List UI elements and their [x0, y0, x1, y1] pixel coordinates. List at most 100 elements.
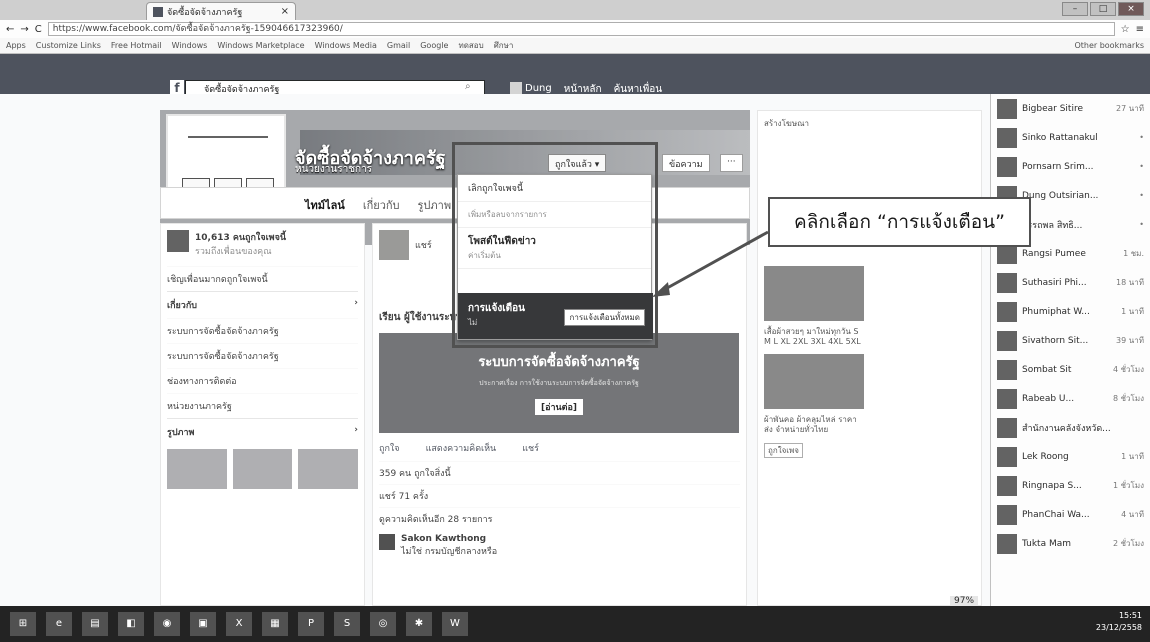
chat-contact[interactable]: สำนักงานคลังจังหวัด...	[991, 413, 1150, 442]
chat-contact[interactable]: Bigbear Sitire 27 นาที	[991, 94, 1150, 123]
tab-timeline[interactable]: ไทม์ไลน์	[305, 196, 345, 218]
tab-about[interactable]: เกี่ยวกับ	[363, 196, 400, 218]
chat-contact-status: 39 นาที	[1116, 336, 1144, 345]
ie-icon[interactable]: e	[46, 612, 72, 636]
chat-contact[interactable]: Sombat Sit 4 ชั่วโมง	[991, 355, 1150, 384]
photos-header[interactable]: รูปภาพ ›	[167, 418, 358, 445]
like-button[interactable]: ถูกใจ	[379, 441, 400, 455]
post-image[interactable]: ระบบการจัดซื้อจัดจ้างภาครัฐ ประกาศเรื่อง…	[379, 333, 739, 433]
store-icon[interactable]: ◧	[118, 612, 144, 636]
bookmark-item[interactable]: ทดสอบ	[458, 39, 483, 52]
chat-contact[interactable]: Sivathorn Sit... 39 นาที	[991, 326, 1150, 355]
app-icon[interactable]: ▣	[190, 612, 216, 636]
chat-contact[interactable]: Rabeab U... 8 ชั่วโมง	[991, 384, 1150, 413]
chrome-icon[interactable]: ◉	[154, 612, 180, 636]
photos-grid	[167, 449, 359, 489]
close-window-button[interactable]: ×	[1118, 2, 1144, 16]
ad-image[interactable]	[764, 353, 864, 409]
about-row[interactable]: หน่วยงานภาครัฐ	[167, 393, 358, 418]
avatar	[510, 82, 522, 94]
about-row[interactable]: ช่องทางการติดต่อ	[167, 368, 358, 393]
app-icon[interactable]: ▦	[262, 612, 288, 636]
bookmark-item[interactable]: Google	[420, 41, 448, 50]
avatar	[997, 388, 1017, 409]
ad-image[interactable]	[764, 266, 864, 321]
chat-contact[interactable]: Tukta Mam 2 ชั่วโมง	[991, 529, 1150, 558]
avatar	[997, 156, 1017, 177]
bookmark-item[interactable]: Windows Media	[315, 41, 377, 50]
tab-photos[interactable]: รูปภาพ	[418, 196, 452, 218]
url-input[interactable]: https://www.facebook.com/จัดซื้อจัดจ้างภ…	[47, 22, 1115, 36]
reload-icon[interactable]: C	[35, 24, 42, 35]
chat-contact-status: 2 ชั่วโมง	[1112, 539, 1144, 548]
facebook-favicon-icon	[153, 6, 163, 17]
chat-contact-status: 27 นาที	[1116, 104, 1144, 113]
like-page-button[interactable]: ถูกใจเพจ	[764, 442, 803, 458]
avatar	[997, 446, 1017, 467]
forward-icon[interactable]: →	[20, 24, 28, 35]
message-button[interactable]: ข้อความ	[662, 154, 710, 172]
word-icon[interactable]: W	[442, 612, 468, 636]
excel-icon[interactable]: X	[226, 612, 252, 636]
chat-contact[interactable]: Sinko Rattanakul •	[991, 123, 1150, 152]
chat-contact-name: สำนักงานคลังจังหวัด...	[1022, 423, 1111, 434]
photo-thumb[interactable]	[298, 449, 359, 489]
chat-contact[interactable]: Ringnapa S... 1 ชั่วโมง	[991, 471, 1150, 500]
shares-line[interactable]: แชร์ 71 ครั้ง	[379, 484, 740, 507]
share-button[interactable]: แชร์	[522, 441, 539, 455]
likes-line[interactable]: 359 คน ถูกใจสิ่งนี้	[379, 461, 740, 484]
bookmark-item[interactable]: Windows	[172, 41, 208, 50]
about-row[interactable]: ระบบการจัดซื้อจัดจ้างภาครัฐ	[167, 343, 358, 368]
search-icon[interactable]: ⌕	[465, 81, 471, 92]
system-tray[interactable]: 15:51 23/12/2558	[1096, 610, 1142, 634]
about-header[interactable]: เกี่ยวกับ ›	[167, 291, 358, 318]
invite-friends-link[interactable]: เชิญเพื่อนมากดถูกใจเพจนี้	[167, 266, 358, 291]
create-ad-link[interactable]: สร้างโฆษณา	[764, 117, 975, 130]
chat-contact[interactable]: Suthasiri Phi... 18 นาที	[991, 268, 1150, 297]
window-controls: – □ ×	[1062, 2, 1144, 16]
ad-text[interactable]: ผ้าพันคอ ผ้าคลุมไหล่ ราคาส่ง จำหน่ายทั่ว…	[764, 415, 864, 436]
other-bookmarks[interactable]: Other bookmarks	[1074, 41, 1144, 50]
app-icon[interactable]: ✱	[406, 612, 432, 636]
org-chart-icon	[188, 136, 268, 166]
zoom-level: 97%	[950, 596, 979, 606]
chat-contact[interactable]: Lek Roong 1 นาที	[991, 442, 1150, 471]
bookmark-item[interactable]: Windows Marketplace	[217, 41, 304, 50]
chat-contact[interactable]: Phumiphat W... 1 นาที	[991, 297, 1150, 326]
photo-thumb[interactable]	[167, 449, 227, 489]
chat-contact-status: •	[1139, 162, 1144, 171]
chat-contact[interactable]: Pornsarn Srim... •	[991, 152, 1150, 181]
star-icon[interactable]: ☆	[1121, 24, 1130, 35]
bookmark-item[interactable]: Free Hotmail	[111, 41, 162, 50]
start-icon[interactable]: ⊞	[10, 612, 36, 636]
app-icon[interactable]: ◎	[370, 612, 396, 636]
bookmark-item[interactable]: Customize Links	[36, 41, 101, 50]
chat-contact-status: •	[1139, 220, 1144, 229]
skype-icon[interactable]: S	[334, 612, 360, 636]
read-more-link[interactable]: [อ่านต่อ]	[534, 399, 584, 415]
bookmark-item[interactable]: Gmail	[387, 41, 410, 50]
bookmark-item[interactable]: ศึกษา	[494, 39, 514, 52]
chat-contact-name: อรรถพล สิทธิ...	[1022, 220, 1083, 231]
more-button[interactable]: ···	[720, 154, 743, 172]
comment-author[interactable]: Sakon Kawthong	[401, 534, 486, 544]
powerpoint-icon[interactable]: P	[298, 612, 324, 636]
comment-button[interactable]: แสดงความคิดเห็น	[426, 441, 497, 455]
explorer-icon[interactable]: ▤	[82, 612, 108, 636]
chat-contact-name: PhanChai Wa...	[1022, 509, 1090, 520]
menu-icon[interactable]: ≡	[1136, 24, 1144, 35]
more-comments-link[interactable]: ดูความคิดเห็นอีก 28 รายการ	[379, 507, 740, 530]
maximize-button[interactable]: □	[1090, 2, 1116, 16]
about-row[interactable]: ระบบการจัดซื้อจัดจ้างภาครัฐ	[167, 318, 358, 343]
chat-contact[interactable]: PhanChai Wa... 4 นาที	[991, 500, 1150, 529]
photo-thumb[interactable]	[232, 449, 293, 489]
banner-title: ระบบการจัดซื้อจัดจ้างภาครัฐ	[478, 355, 640, 370]
ad-text[interactable]: เสื้อผ้าสวยๆ มาใหม่ทุกวัน S M L XL 2XL 3…	[764, 327, 864, 348]
close-tab-icon[interactable]: ×	[281, 6, 289, 17]
minimize-button[interactable]: –	[1062, 2, 1088, 16]
avatar	[379, 230, 409, 260]
chat-sidebar: Bigbear Sitire 27 นาที Sinko Rattanakul • Po…	[990, 94, 1150, 606]
bookmark-item[interactable]: Apps	[6, 41, 26, 50]
browser-tab[interactable]: จัดซื้อจัดจ้างภาครัฐ ×	[146, 2, 296, 20]
back-icon[interactable]: ←	[6, 24, 14, 35]
